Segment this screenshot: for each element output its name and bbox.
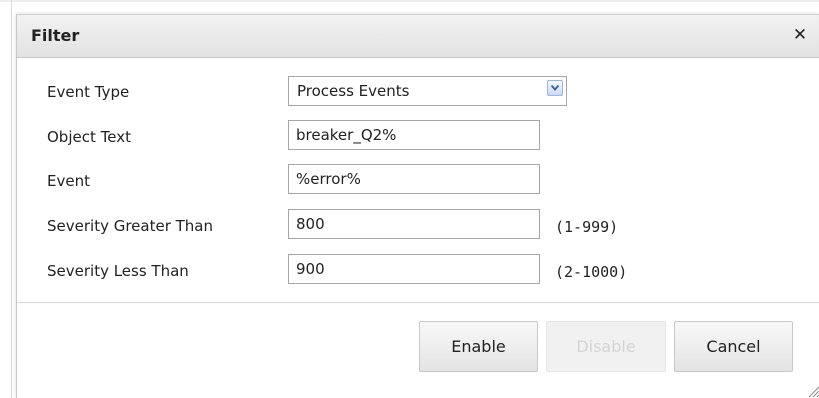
- severity-greater-input[interactable]: [288, 209, 540, 239]
- severity-less-label: Severity Less Than: [47, 262, 189, 280]
- page: Filter ✕ Event Type Process Events Objec…: [0, 0, 819, 398]
- object-text-label: Object Text: [47, 128, 131, 146]
- background-top-edge: [0, 0, 819, 2]
- event-label: Event: [47, 172, 90, 190]
- dialog-title: Filter: [31, 26, 80, 45]
- event-type-value: Process Events: [297, 82, 410, 100]
- severity-less-input[interactable]: [288, 254, 540, 284]
- close-icon[interactable]: ✕: [790, 24, 810, 46]
- severity-less-range: (2-1000): [555, 263, 628, 281]
- background-left-edge: [11, 0, 12, 398]
- filter-dialog: Filter ✕ Event Type Process Events Objec…: [16, 14, 819, 398]
- event-type-select[interactable]: Process Events: [288, 76, 567, 106]
- dialog-titlebar[interactable]: Filter ✕: [17, 14, 819, 58]
- footer-divider: [17, 302, 819, 303]
- severity-greater-label: Severity Greater Than: [47, 217, 214, 235]
- severity-greater-range: (1-999): [555, 218, 619, 236]
- disable-button: Disable: [546, 321, 666, 372]
- enable-button[interactable]: Enable: [419, 321, 538, 372]
- resize-grip-icon[interactable]: [806, 384, 819, 398]
- cancel-button[interactable]: Cancel: [674, 321, 793, 372]
- event-type-label: Event Type: [47, 83, 130, 101]
- chevron-down-icon[interactable]: [547, 80, 563, 96]
- event-input[interactable]: [288, 164, 540, 194]
- chevron-down-glyph: [551, 85, 559, 91]
- object-text-input[interactable]: [288, 120, 540, 150]
